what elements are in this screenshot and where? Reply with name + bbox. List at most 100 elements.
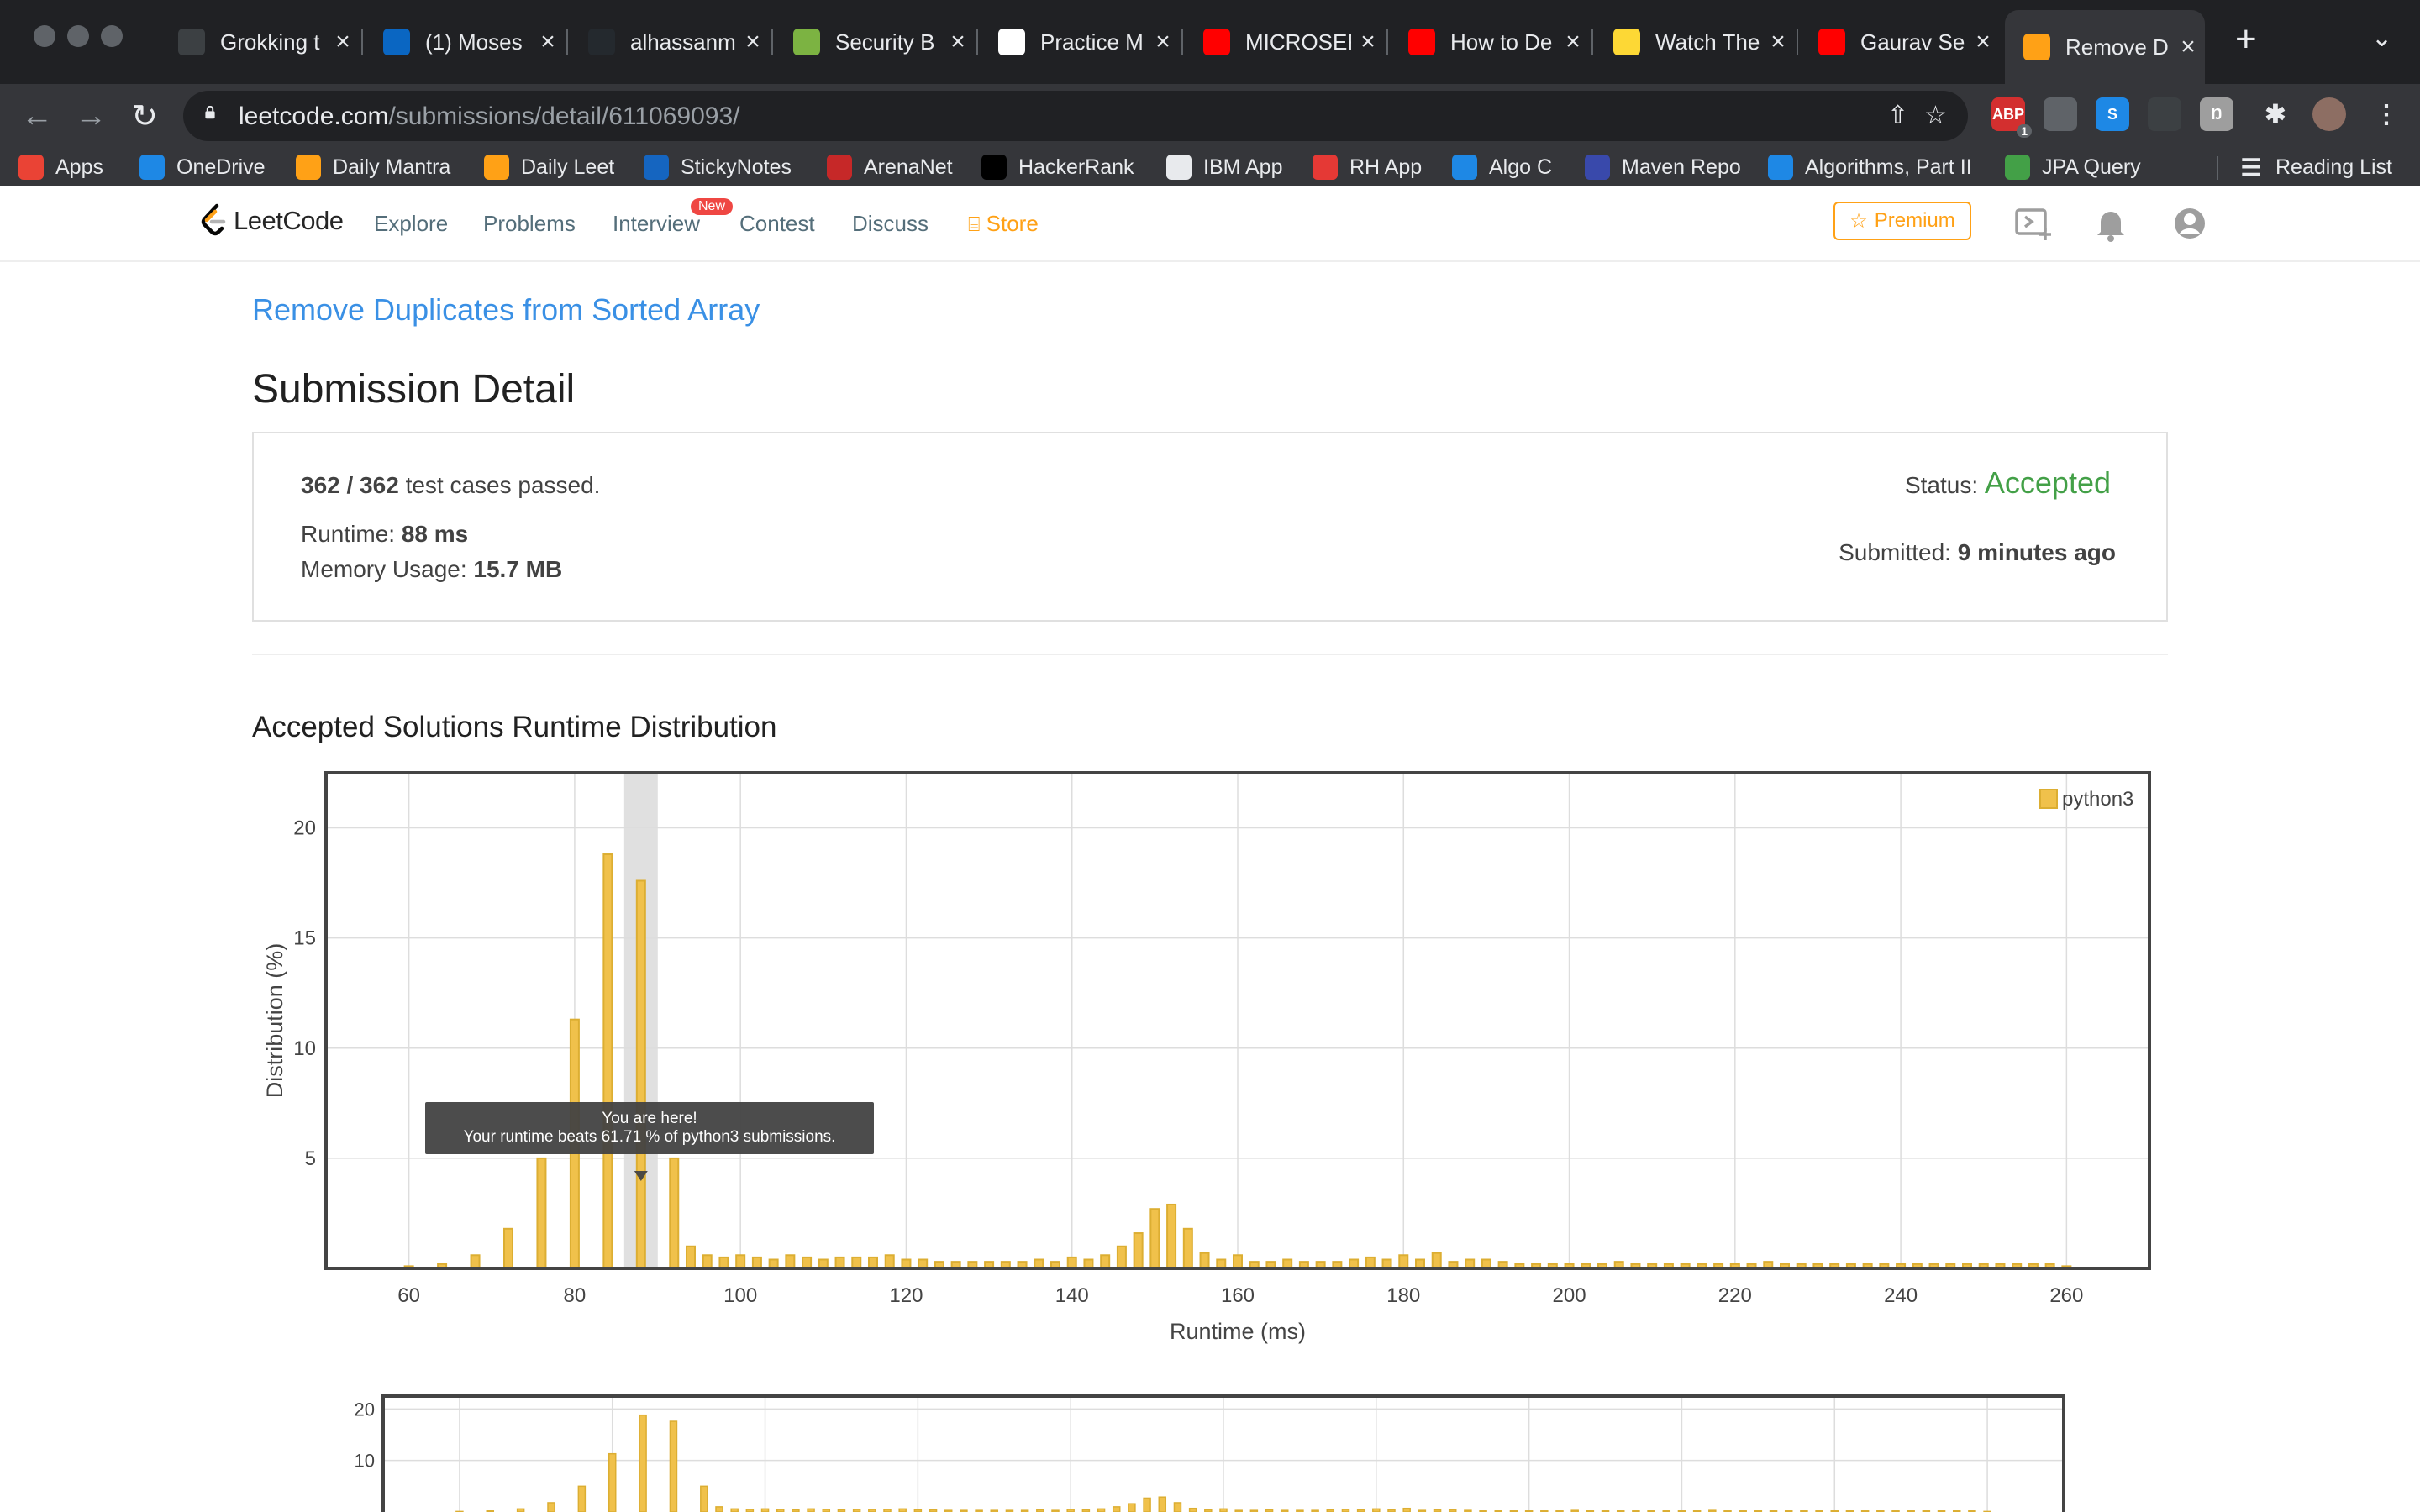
tab-separator bbox=[1591, 29, 1593, 55]
close-tab-icon[interactable]: × bbox=[1351, 28, 1385, 56]
tab-5[interactable]: Practice M × bbox=[980, 10, 1180, 74]
mini-chart-bar bbox=[898, 1508, 907, 1512]
tab-title: Remove D bbox=[2065, 34, 2169, 60]
tab-2[interactable]: (1) Moses × bbox=[365, 10, 565, 74]
close-tab-icon[interactable]: × bbox=[1146, 28, 1180, 56]
tab-9[interactable]: Gaurav Se × bbox=[1800, 10, 2000, 74]
submission-result-panel: 362 / 362 test cases passed. Runtime: 88… bbox=[252, 432, 2168, 622]
browser-tab-bar: Grokking t × (1) Moses × alhassanm × Security … bbox=[0, 0, 2420, 84]
extension-s-icon[interactable]: S bbox=[2096, 97, 2129, 131]
tab-3[interactable]: alhassanm × bbox=[570, 10, 770, 74]
bookmark-item[interactable]: Maven Repo bbox=[1585, 151, 1741, 183]
extension-glasses-icon[interactable] bbox=[2148, 97, 2181, 131]
close-window-button[interactable] bbox=[34, 25, 55, 47]
runtime-distribution-navigator[interactable]: 10 20 bbox=[336, 1378, 2084, 1512]
nav-problems[interactable]: Problems bbox=[483, 211, 576, 237]
close-tab-icon[interactable]: × bbox=[1966, 28, 2000, 56]
zoom-window-button[interactable] bbox=[101, 25, 123, 47]
nav-store[interactable]: ⌸ Store bbox=[968, 211, 1039, 237]
browser-menu-icon[interactable]: ⋮ bbox=[2370, 97, 2403, 131]
bookmark-item[interactable]: Algo C bbox=[1452, 151, 1552, 183]
bookmark-item[interactable]: JPA Query bbox=[2005, 151, 2141, 183]
nav-explore[interactable]: Explore bbox=[374, 211, 448, 237]
bookmark-item[interactable]: Algorithms, Part II bbox=[1768, 151, 1972, 183]
tab-title: Gaurav Se bbox=[1860, 29, 1965, 55]
close-tab-icon[interactable]: × bbox=[941, 28, 975, 56]
minimize-window-button[interactable] bbox=[67, 25, 89, 47]
mini-chart-bar bbox=[608, 1452, 617, 1512]
x-tick-label: 80 bbox=[564, 1284, 587, 1307]
nav-contest[interactable]: Contest bbox=[739, 211, 815, 237]
chart-bar bbox=[785, 1254, 796, 1269]
extension-2-icon[interactable] bbox=[2044, 97, 2077, 131]
tab-search-chevron-icon[interactable]: ⌄ bbox=[2371, 24, 2392, 53]
bookmark-item[interactable]: StickyNotes bbox=[644, 151, 792, 183]
mini-chart-bar bbox=[1219, 1508, 1228, 1512]
extension-badge: 1 bbox=[2017, 124, 2032, 138]
extensions-puzzle-icon[interactable]: ✱ bbox=[2259, 97, 2292, 131]
address-bar[interactable]: leetcode.com/submissions/detail/61106909… bbox=[183, 91, 1968, 141]
tab-title: MICROSEF bbox=[1245, 29, 1351, 55]
leetcode-icon bbox=[296, 155, 321, 180]
tab-title: Watch The bbox=[1655, 29, 1760, 55]
back-arrow-icon[interactable]: ← bbox=[13, 92, 60, 139]
bookmark-item[interactable]: RH App bbox=[1313, 151, 1422, 183]
tab-10[interactable]: Remove D × bbox=[2005, 10, 2205, 84]
user-avatar-icon[interactable] bbox=[2170, 203, 2210, 244]
problem-title-link[interactable]: Remove Duplicates from Sorted Array bbox=[252, 292, 760, 328]
share-icon[interactable]: ⇧ bbox=[1887, 101, 1908, 130]
close-tab-icon[interactable]: × bbox=[2171, 33, 2205, 61]
bookmark-star-icon[interactable]: ☆ bbox=[1924, 101, 1947, 130]
nav-store-label: Store bbox=[986, 211, 1039, 236]
chart-bar bbox=[635, 879, 646, 1269]
leetcode-navbar: LeetCode Explore Problems Interview New … bbox=[0, 186, 2420, 262]
notification-bell-icon[interactable] bbox=[2091, 203, 2131, 244]
close-tab-icon[interactable]: × bbox=[1556, 28, 1590, 56]
close-tab-icon[interactable]: × bbox=[1761, 28, 1795, 56]
profile-avatar[interactable] bbox=[2312, 97, 2346, 131]
nav-discuss[interactable]: Discuss bbox=[852, 211, 929, 237]
tab-4[interactable]: Security B × bbox=[775, 10, 975, 74]
new-badge: New bbox=[691, 198, 734, 215]
extension-h-icon[interactable]: Ŋ bbox=[2200, 97, 2233, 131]
memory-label: Memory Usage: bbox=[301, 556, 467, 582]
tab-1[interactable]: Grokking t × bbox=[160, 10, 360, 74]
nav-interview[interactable]: Interview bbox=[613, 211, 700, 237]
runtime-distribution-chart[interactable]: 60 80 100 120 140 160 180 200 220 240 260 5 10 15 20 Ru… bbox=[244, 756, 2176, 1352]
bookmark-item[interactable]: Daily Leet bbox=[484, 151, 614, 183]
bookmark-item[interactable]: Daily Mantra bbox=[296, 151, 450, 183]
bookmark-item[interactable]: ArenaNet bbox=[827, 151, 953, 183]
memory-row: Memory Usage: 15.7 MB bbox=[301, 556, 562, 583]
tab-title: Grokking t bbox=[220, 29, 320, 55]
premium-button[interactable]: ☆ Premium bbox=[1833, 202, 1971, 240]
close-tab-icon[interactable]: × bbox=[326, 28, 360, 56]
mini-chart-bar bbox=[516, 1508, 525, 1512]
bookmark-item[interactable]: IBM App bbox=[1166, 151, 1283, 183]
chart-bar bbox=[1431, 1252, 1442, 1270]
mini-chart-bar bbox=[1372, 1508, 1381, 1512]
tab-8[interactable]: Watch The × bbox=[1595, 10, 1795, 74]
tab-7[interactable]: How to De × bbox=[1390, 10, 1590, 74]
tab-6[interactable]: MICROSEF × bbox=[1185, 10, 1385, 74]
chart-title: Accepted Solutions Runtime Distribution bbox=[252, 711, 777, 743]
x-tick-label: 100 bbox=[723, 1284, 757, 1307]
status-accepted[interactable]: Accepted bbox=[1985, 465, 2111, 500]
x-tick-label: 240 bbox=[1884, 1284, 1918, 1307]
mini-chart-bar bbox=[1143, 1497, 1151, 1512]
playground-icon[interactable] bbox=[2013, 203, 2054, 244]
tab-separator bbox=[361, 29, 363, 55]
close-tab-icon[interactable]: × bbox=[736, 28, 770, 56]
chart-bar bbox=[1150, 1208, 1160, 1270]
leetcode-logo[interactable]: LeetCode bbox=[198, 203, 344, 239]
y-tick-label: 15 bbox=[293, 927, 316, 950]
bookmark-item[interactable]: Apps bbox=[18, 151, 103, 183]
adblock-extension-icon[interactable]: ABP 1 bbox=[1991, 97, 2032, 138]
new-tab-button[interactable]: + bbox=[2235, 18, 2257, 60]
reading-list-button[interactable]: ☰ Reading List bbox=[2238, 151, 2392, 183]
reload-icon[interactable]: ↻ bbox=[121, 92, 168, 139]
bookmark-item[interactable]: HackerRank bbox=[981, 151, 1134, 183]
close-tab-icon[interactable]: × bbox=[531, 28, 565, 56]
memory-value: 15.7 MB bbox=[473, 556, 563, 582]
forward-arrow-icon[interactable]: → bbox=[67, 92, 114, 139]
bookmark-item[interactable]: OneDrive bbox=[139, 151, 266, 183]
